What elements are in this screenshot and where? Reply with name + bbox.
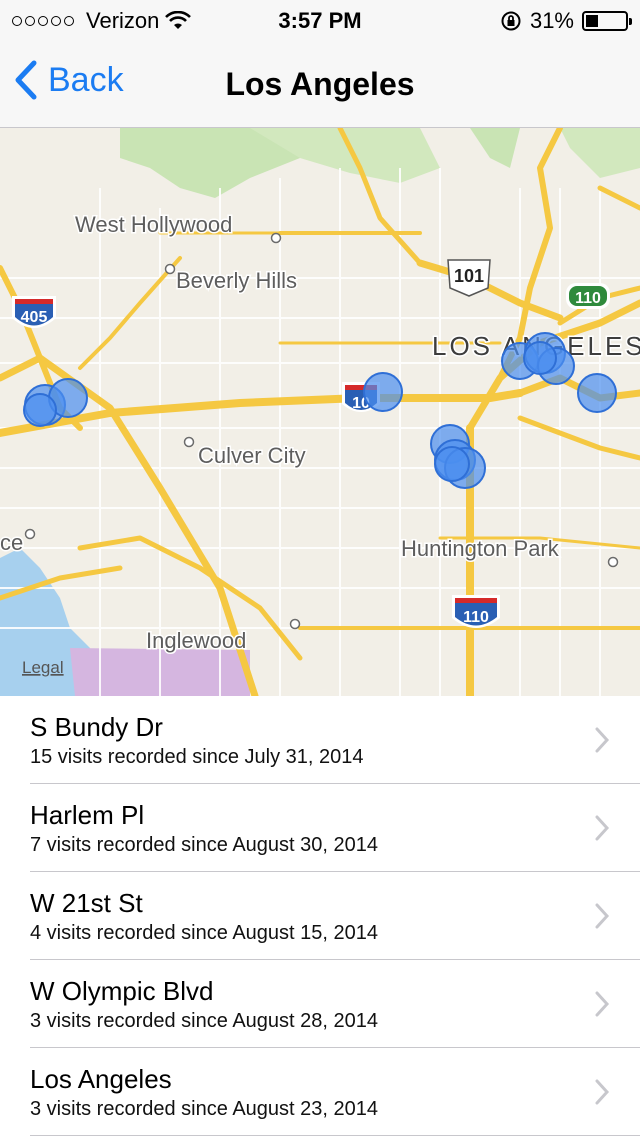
map-canvas[interactable]: West Hollywood Beverly Hills LOS ANGELES… (0, 128, 640, 696)
us-101-shield: 101 (447, 259, 491, 297)
chevron-right-icon (595, 1079, 610, 1105)
city-marker (289, 618, 301, 630)
city-marker (24, 528, 36, 540)
list-item[interactable]: S Bundy Dr 15 visits recorded since July… (0, 696, 640, 784)
svg-text:101: 101 (454, 266, 484, 286)
label-huntington-park: Huntington Park (401, 536, 560, 561)
svg-text:110: 110 (575, 290, 601, 307)
place-name: S Bundy Dr (30, 712, 163, 742)
status-bar: Verizon 3:57 PM 31% (0, 0, 640, 40)
place-name: W 21st St (30, 888, 143, 918)
visit-marker[interactable] (363, 372, 403, 412)
city-marker (164, 263, 176, 275)
label-partial-place: ce (0, 530, 23, 555)
place-visits: 3 visits recorded since August 28, 2014 (30, 1010, 378, 1032)
city-marker (183, 436, 195, 448)
svg-text:405: 405 (21, 309, 48, 326)
place-visits: 7 visits recorded since August 30, 2014 (30, 834, 378, 856)
label-inglewood: Inglewood (146, 628, 246, 653)
battery-percent: 31% (529, 8, 574, 33)
label-beverly-hills: Beverly Hills (176, 268, 297, 293)
city-marker (607, 556, 619, 568)
page-title: Los Angeles (225, 66, 415, 102)
list-item[interactable]: W Olympic Blvd 3 visits recorded since A… (0, 960, 640, 1048)
chevron-right-icon (595, 991, 610, 1017)
orientation-lock-icon (501, 11, 521, 31)
visit-marker[interactable] (434, 446, 470, 482)
place-visits: 4 visits recorded since August 15, 2014 (30, 922, 378, 944)
list-item[interactable]: W 21st St 4 visits recorded since August… (0, 872, 640, 960)
list-item[interactable]: Harlem Pl 7 visits recorded since August… (0, 784, 640, 872)
label-west-hollywood: West Hollywood (75, 212, 232, 237)
chevron-right-icon (595, 903, 610, 929)
label-culver-city: Culver City (198, 443, 306, 468)
visit-marker[interactable] (577, 373, 617, 413)
navigation-bar: Back Los Angeles (0, 40, 640, 128)
interstate-110-shield: 110 (452, 595, 500, 628)
map-view[interactable]: West Hollywood Beverly Hills LOS ANGELES… (0, 128, 640, 696)
city-marker (270, 232, 282, 244)
visit-marker[interactable] (523, 341, 557, 375)
place-visits: 3 visits recorded since August 23, 2014 (30, 1098, 378, 1120)
status-right: 31% (500, 8, 632, 34)
place-name: Los Angeles (30, 1064, 172, 1094)
chevron-right-icon (595, 815, 610, 841)
place-name: W Olympic Blvd (30, 976, 214, 1006)
place-visits: 15 visits recorded since July 31, 2014 (30, 746, 364, 768)
state-110-shield: 110 (566, 283, 610, 309)
place-name: Harlem Pl (30, 800, 145, 830)
legal-link[interactable]: Legal (22, 658, 64, 677)
chevron-right-icon (595, 727, 610, 753)
battery-fill (586, 15, 598, 27)
visit-marker[interactable] (23, 393, 57, 427)
svg-text:110: 110 (463, 609, 489, 626)
list-item[interactable]: Los Angeles 3 visits recorded since Augu… (0, 1048, 640, 1136)
places-list: S Bundy Dr 15 visits recorded since July… (0, 696, 640, 1136)
battery-icon (582, 11, 632, 31)
